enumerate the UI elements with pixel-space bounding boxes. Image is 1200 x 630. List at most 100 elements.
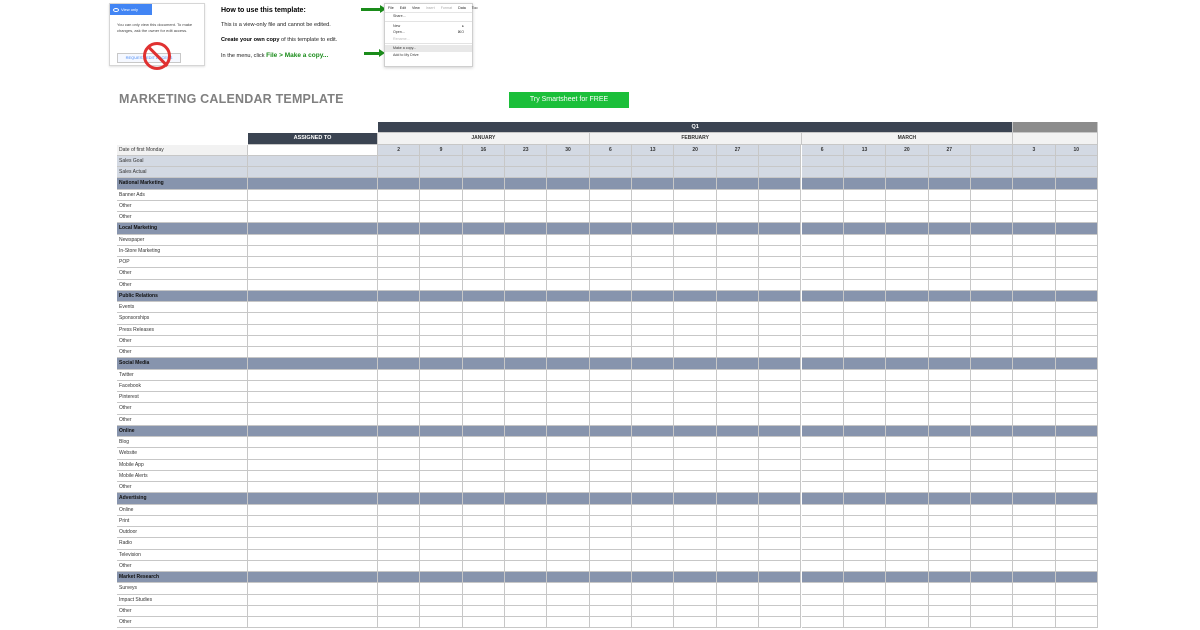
- week-cell[interactable]: [420, 459, 463, 471]
- week-cell[interactable]: [462, 369, 506, 381]
- week-cell[interactable]: [1013, 583, 1056, 595]
- week-cell[interactable]: [801, 538, 844, 550]
- assigned-cell[interactable]: [248, 245, 378, 257]
- week-cell[interactable]: [801, 403, 844, 415]
- week-cell[interactable]: [632, 189, 675, 201]
- week-cell[interactable]: [462, 459, 506, 471]
- week-cell[interactable]: [928, 302, 971, 314]
- week-cell[interactable]: [759, 605, 802, 617]
- week-cell[interactable]: [674, 313, 717, 325]
- assigned-cell[interactable]: [248, 482, 378, 494]
- week-cell[interactable]: [420, 470, 463, 482]
- week-cell[interactable]: [462, 189, 506, 201]
- week-cell[interactable]: [970, 594, 1014, 606]
- week-cell[interactable]: [547, 583, 590, 595]
- assigned-cell[interactable]: [248, 369, 378, 381]
- week-cell[interactable]: [716, 324, 760, 336]
- week-cell[interactable]: [970, 392, 1014, 404]
- week-cell[interactable]: [462, 605, 506, 617]
- week-cell[interactable]: [716, 313, 760, 325]
- assigned-cell[interactable]: [248, 459, 378, 471]
- week-cell[interactable]: [505, 549, 548, 561]
- week-cell[interactable]: [589, 335, 633, 347]
- week-cell[interactable]: [674, 527, 717, 539]
- week-cell[interactable]: [1055, 234, 1098, 246]
- week-cell[interactable]: [420, 155, 463, 167]
- week-cell[interactable]: [378, 155, 421, 167]
- week-cell[interactable]: [716, 403, 760, 415]
- week-cell[interactable]: [716, 583, 760, 595]
- week-cell[interactable]: [674, 549, 717, 561]
- week-cell[interactable]: [505, 527, 548, 539]
- week-cell[interactable]: [970, 617, 1014, 629]
- week-cell[interactable]: [886, 234, 929, 246]
- week-cell[interactable]: [505, 257, 548, 269]
- week-cell[interactable]: [843, 617, 887, 629]
- week-cell[interactable]: [674, 268, 717, 280]
- week-cell[interactable]: [843, 459, 887, 471]
- week-cell[interactable]: [1055, 617, 1098, 629]
- week-cell[interactable]: [589, 392, 633, 404]
- week-cell[interactable]: [970, 583, 1014, 595]
- week-cell[interactable]: [378, 527, 421, 539]
- week-cell[interactable]: [970, 234, 1014, 246]
- week-cell[interactable]: [462, 448, 506, 460]
- week-cell[interactable]: [759, 324, 802, 336]
- week-cell[interactable]: [759, 448, 802, 460]
- week-cell[interactable]: [1013, 324, 1056, 336]
- assigned-cell[interactable]: [248, 189, 378, 201]
- week-cell[interactable]: [1055, 212, 1098, 224]
- week-cell[interactable]: [801, 324, 844, 336]
- week-cell[interactable]: [801, 302, 844, 314]
- week-cell[interactable]: [716, 200, 760, 212]
- week-cell[interactable]: [928, 167, 971, 179]
- week-cell[interactable]: [759, 335, 802, 347]
- assigned-cell[interactable]: [248, 335, 378, 347]
- week-cell[interactable]: [674, 504, 717, 516]
- week-cell[interactable]: [801, 448, 844, 460]
- week-cell[interactable]: [505, 268, 548, 280]
- week-cell[interactable]: [462, 437, 506, 449]
- assigned-cell[interactable]: [248, 144, 378, 156]
- week-cell[interactable]: [420, 560, 463, 572]
- week-cell[interactable]: [674, 470, 717, 482]
- assigned-cell[interactable]: [248, 414, 378, 426]
- week-cell[interactable]: [843, 245, 887, 257]
- week-cell[interactable]: [420, 527, 463, 539]
- week-cell[interactable]: [1055, 268, 1098, 280]
- assigned-cell[interactable]: [248, 549, 378, 561]
- week-cell[interactable]: [970, 437, 1014, 449]
- week-cell[interactable]: [970, 369, 1014, 381]
- week-cell[interactable]: [505, 369, 548, 381]
- week-cell[interactable]: [378, 617, 421, 629]
- week-cell[interactable]: [505, 380, 548, 392]
- week-cell[interactable]: [378, 234, 421, 246]
- week-cell[interactable]: [759, 200, 802, 212]
- week-cell[interactable]: [801, 459, 844, 471]
- assigned-cell[interactable]: [248, 538, 378, 550]
- assigned-cell[interactable]: [248, 167, 378, 179]
- week-cell[interactable]: [801, 605, 844, 617]
- week-cell[interactable]: [716, 414, 760, 426]
- week-cell[interactable]: [632, 549, 675, 561]
- assigned-cell[interactable]: [248, 403, 378, 415]
- week-cell[interactable]: [589, 617, 633, 629]
- week-cell[interactable]: [378, 257, 421, 269]
- week-cell[interactable]: [1055, 167, 1098, 179]
- week-cell[interactable]: [1013, 403, 1056, 415]
- week-cell[interactable]: [462, 380, 506, 392]
- week-cell[interactable]: [759, 212, 802, 224]
- week-cell[interactable]: [505, 234, 548, 246]
- week-cell[interactable]: [1055, 448, 1098, 460]
- week-cell[interactable]: [1013, 515, 1056, 527]
- week-cell[interactable]: [801, 560, 844, 572]
- week-cell[interactable]: [505, 200, 548, 212]
- week-cell[interactable]: [378, 470, 421, 482]
- week-cell[interactable]: [462, 538, 506, 550]
- week-cell[interactable]: [1055, 437, 1098, 449]
- week-cell[interactable]: [759, 279, 802, 291]
- week-cell[interactable]: [928, 470, 971, 482]
- week-cell[interactable]: [801, 504, 844, 516]
- week-cell[interactable]: [674, 212, 717, 224]
- week-cell[interactable]: [589, 212, 633, 224]
